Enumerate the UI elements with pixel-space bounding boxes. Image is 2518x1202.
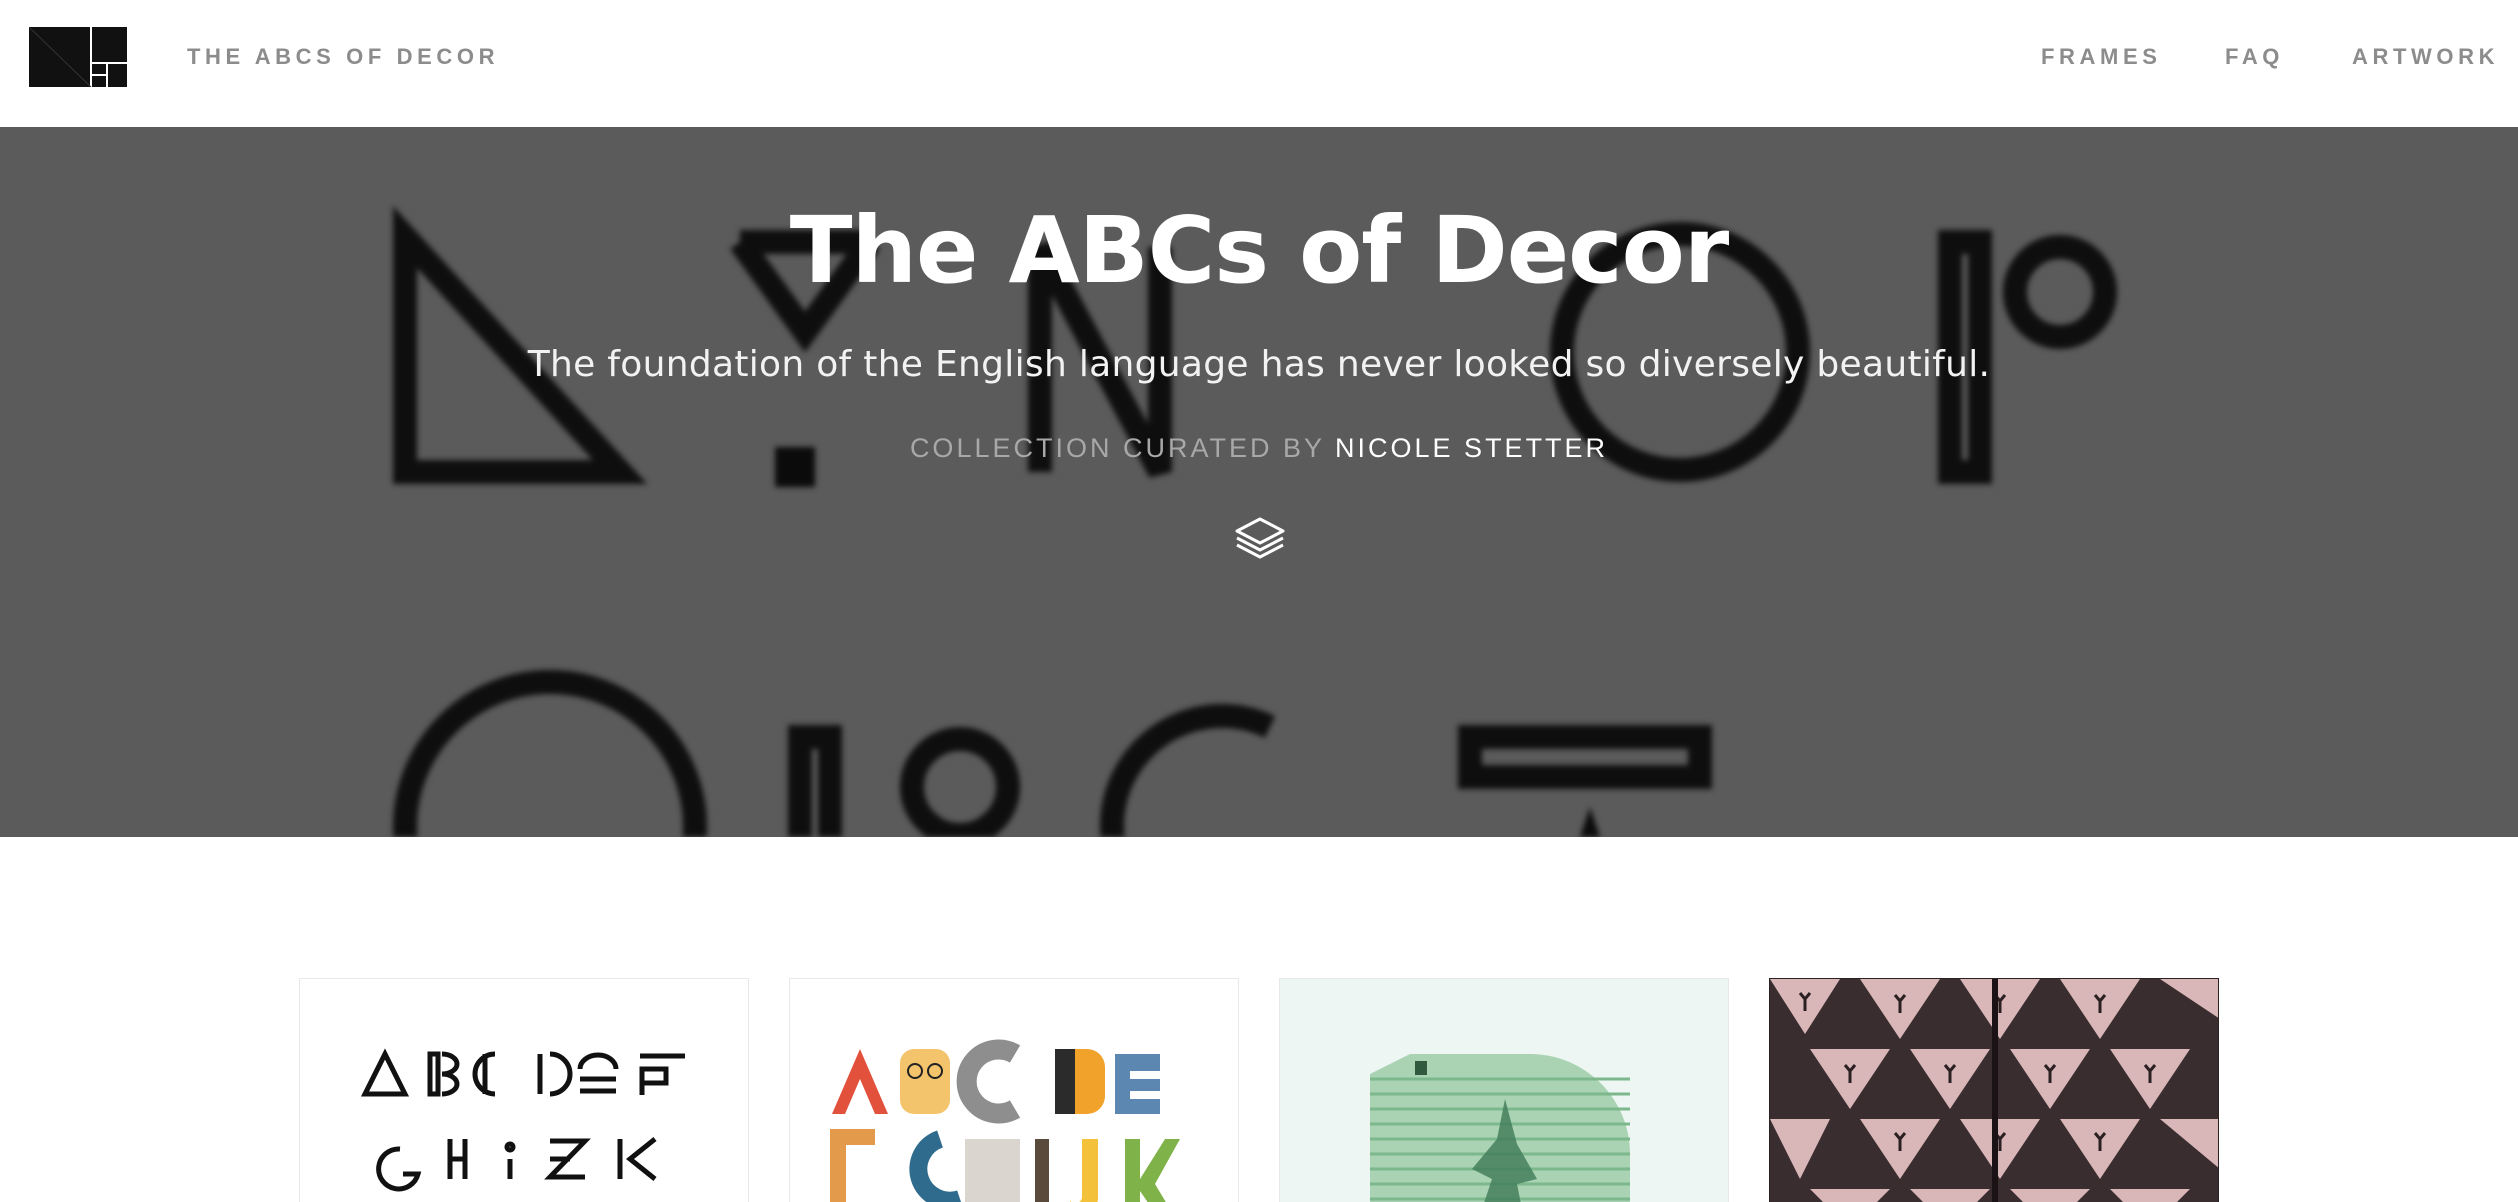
frame-grid-logo-icon[interactable] [29,27,127,87]
artwork-card-muppet-alphabet[interactable] [789,978,1239,1202]
nav-link-artwork[interactable]: ARTWORK [2352,44,2499,70]
layers-icon[interactable] [1234,516,1286,560]
collection-title: The ABCs of Decor [789,197,1729,304]
collection-subtitle: The foundation of the English language h… [527,344,1991,385]
hero-banner: The ABCs of Decor The foundation of the … [0,127,2518,837]
curated-by-label: COLLECTION CURATED BY [909,433,1325,463]
site-title[interactable]: THE ABCS OF DECOR [187,44,499,70]
geometric-alphabet-thumbnail [300,979,748,1202]
kaleidoscope-pattern-thumbnail [1770,979,2218,1202]
muppet-alphabet-thumbnail [790,979,1238,1202]
nav-link-frames[interactable]: FRAMES [2041,44,2162,70]
artwork-card-green-letter-d[interactable] [1279,978,1729,1202]
green-letter-d-thumbnail [1280,979,1728,1202]
top-navigation-bar: THE ABCS OF DECOR FRAMES FAQ ARTWORK [0,0,2518,127]
artwork-card-kaleidoscope-pattern[interactable] [1769,978,2219,1202]
curator-name-link[interactable]: NICOLE STETTER [1335,433,1608,463]
curated-by-line: COLLECTION CURATED BY NICOLE STETTER [0,433,2518,464]
artwork-card-geometric-alphabet[interactable] [299,978,749,1202]
nav-link-faq[interactable]: FAQ [2225,44,2284,70]
